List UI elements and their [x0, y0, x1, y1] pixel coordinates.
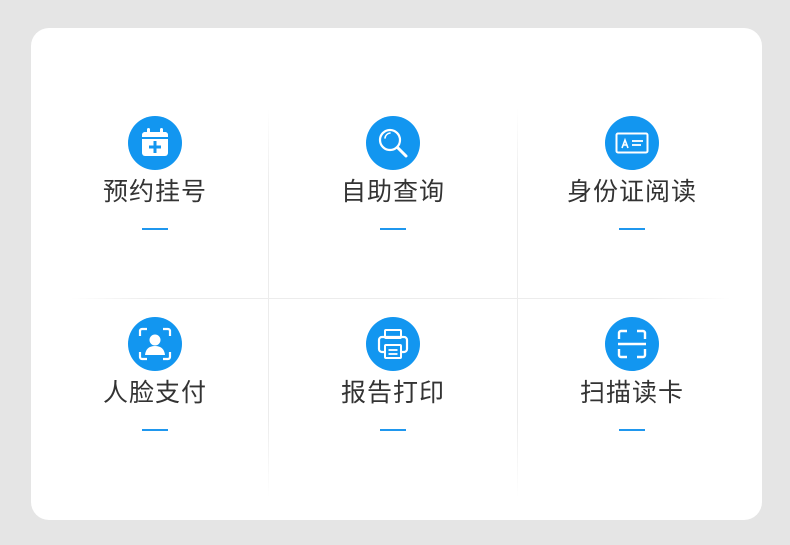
tile-face-payment[interactable]: 人脸支付 — [55, 317, 255, 467]
tile-id-card-reading[interactable]: 身份证阅读 — [532, 116, 732, 266]
calendar-plus-icon — [128, 116, 182, 170]
tile-scan-card[interactable]: 扫描读卡 — [532, 317, 732, 467]
divider-vertical-2 — [517, 108, 518, 498]
tile-underline — [142, 228, 168, 230]
tile-label: 身份证阅读 — [566, 177, 697, 206]
face-scan-icon — [128, 317, 182, 371]
tile-label: 预约挂号 — [102, 177, 207, 206]
tile-underline — [380, 228, 406, 230]
tile-self-service-query[interactable]: 自助查询 — [293, 116, 493, 266]
tile-underline — [619, 429, 645, 431]
tile-label: 自助查询 — [340, 177, 445, 206]
id-card-icon — [605, 116, 659, 170]
tile-label: 报告打印 — [340, 378, 445, 407]
tile-underline — [142, 429, 168, 431]
printer-icon — [366, 317, 420, 371]
divider-horizontal — [71, 298, 731, 299]
tile-appointment-registration[interactable]: 预约挂号 — [55, 116, 255, 266]
tile-underline — [380, 429, 406, 431]
tile-underline — [619, 228, 645, 230]
scan-icon — [605, 317, 659, 371]
tile-label: 人脸支付 — [102, 378, 207, 407]
search-icon — [366, 116, 420, 170]
menu-card: 预约挂号 自助查询 身份证阅读 人脸支付 报告打印 扫描读卡 — [31, 28, 762, 520]
divider-vertical-1 — [268, 108, 269, 498]
tile-report-printing[interactable]: 报告打印 — [293, 317, 493, 467]
tile-label: 扫描读卡 — [579, 378, 684, 407]
